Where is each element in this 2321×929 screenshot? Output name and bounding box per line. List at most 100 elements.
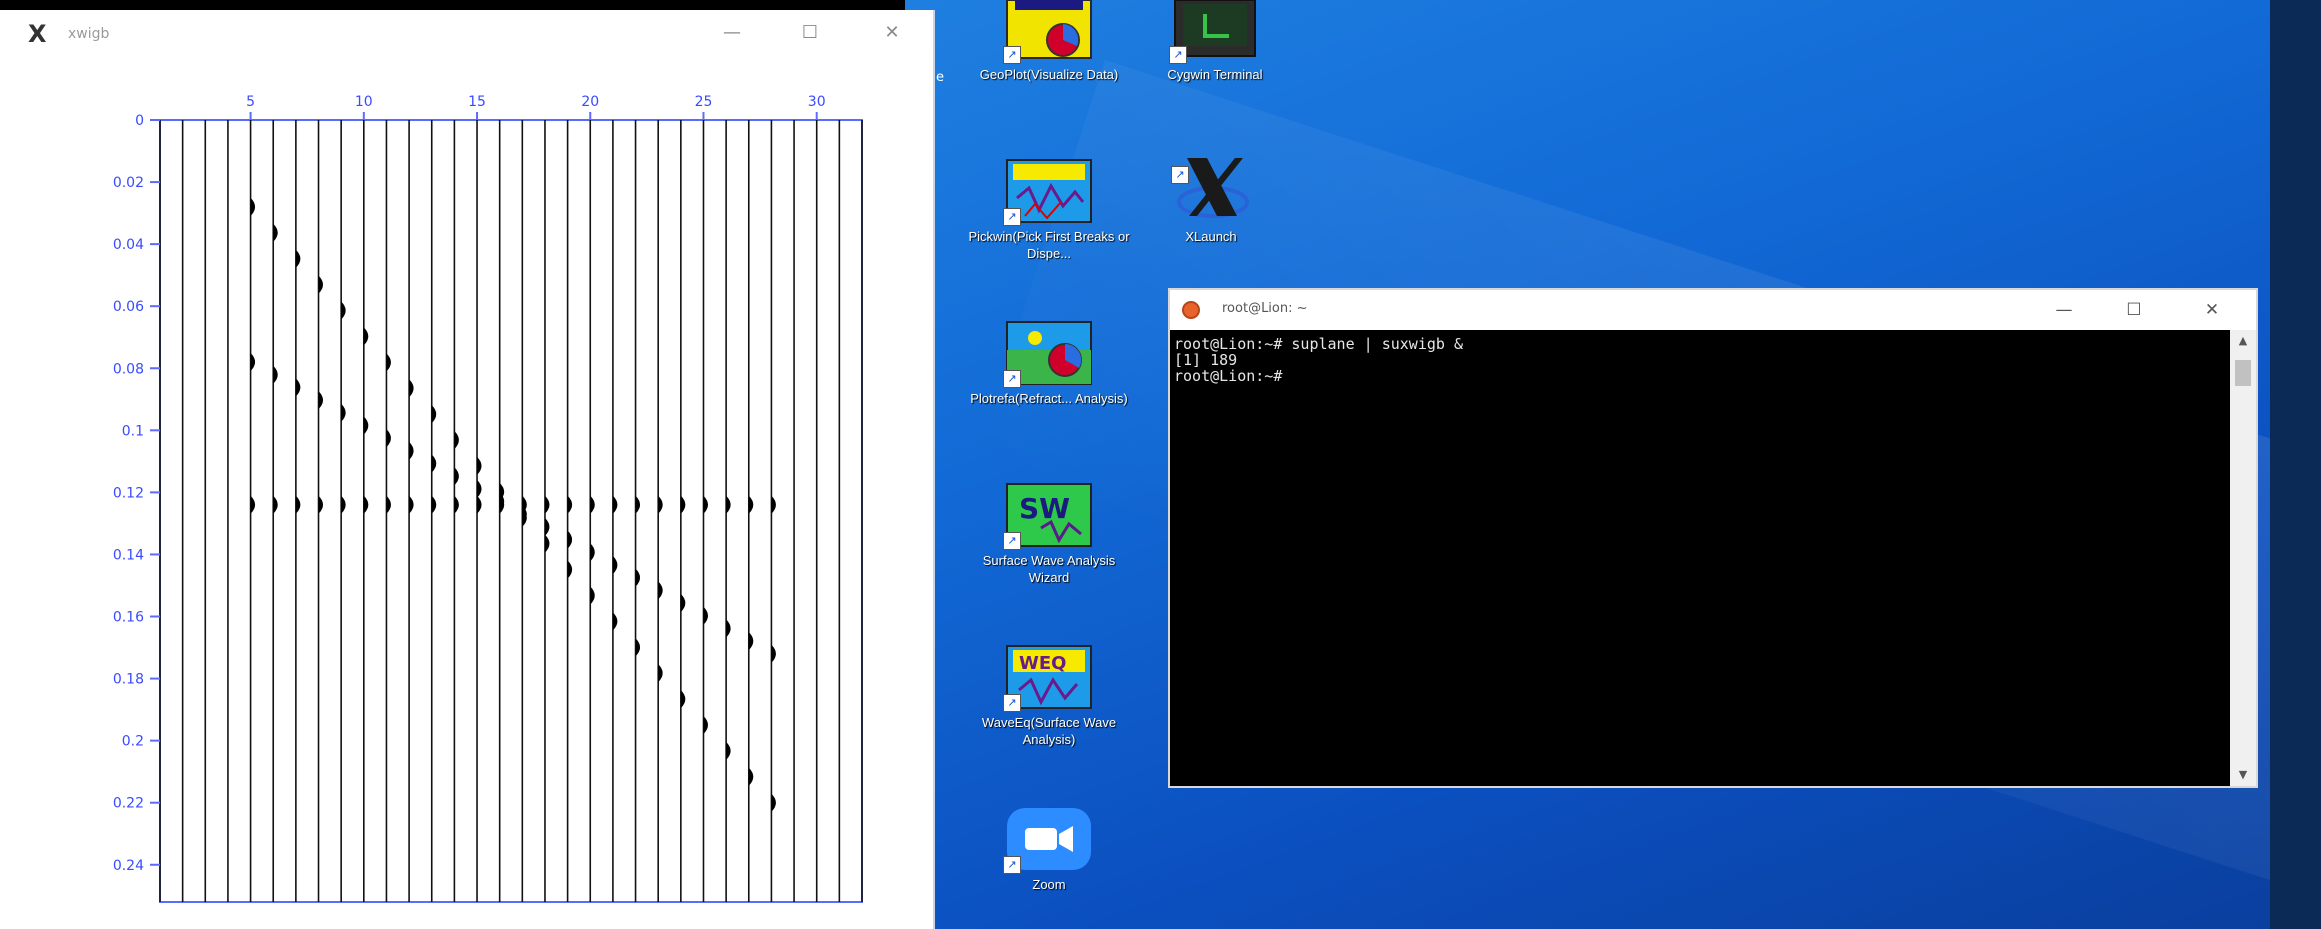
x-tick-label: 10 [355, 94, 373, 110]
terminal-scrollbar[interactable]: ▲ ▼ [2230, 330, 2256, 786]
waveeq-icon: WEQ ↗ [1003, 644, 1093, 712]
wiggle-pulse [612, 495, 618, 514]
wiggle-pulse [250, 495, 256, 514]
wiggle-pulse [703, 715, 708, 734]
wiggle-pulse [635, 495, 641, 514]
wiggle-pulse [318, 391, 324, 410]
xwigb-titlebar[interactable]: X xwigb — ☐ ✕ [0, 10, 933, 56]
wiggle-pulse [658, 495, 663, 514]
scroll-up-icon[interactable]: ▲ [2230, 330, 2256, 352]
desktop-icon-pickwin[interactable]: ↗ Pickwin(Pick First Breaks or Dispe... [964, 158, 1134, 262]
icon-label: WaveEq(Surface Wave Analysis) [981, 715, 1117, 747]
cygwin-terminal-window[interactable]: root@Lion: ~ — ☐ ✕ root@Lion:~# suplane … [1168, 288, 2258, 788]
wiggle-pulse [409, 379, 414, 398]
terminal-line: [1] 189 [1174, 351, 1238, 369]
wiggle-pulse [273, 223, 278, 242]
desktop-edge-label: e [936, 70, 944, 85]
wiggle-pulse [590, 543, 595, 562]
wiggle-pulse [273, 495, 278, 514]
svg-text:SW: SW [1019, 492, 1070, 525]
wiggle-pulse [567, 560, 573, 579]
shortcut-arrow-icon: ↗ [1171, 166, 1189, 184]
shortcut-arrow-icon: ↗ [1169, 46, 1187, 64]
x-tick-label: 25 [695, 94, 713, 110]
xwigb-window[interactable]: X xwigb — ☐ ✕ 5 10 15 20 25 30 0 0.02 0.04 0.06 0.… [0, 10, 935, 929]
wiggle-pulse [680, 690, 686, 709]
close-button[interactable]: ✕ [872, 18, 912, 48]
y-tick-label: 0.24 [113, 858, 144, 874]
wiggle-pulse [409, 441, 414, 460]
y-tick-label: 0.02 [113, 175, 144, 191]
y-tick-label: 0.14 [113, 547, 144, 563]
wiggle-pulse [386, 429, 391, 448]
plot-frame [159, 119, 863, 903]
terminal-output[interactable]: root@Lion:~# suplane | suxwigb & [1] 189… [1170, 330, 2230, 786]
wiggle-pulse [363, 416, 369, 435]
desktop-icon-zoom[interactable]: ↗ Zoom [964, 806, 1134, 893]
wiggle-pulse [386, 353, 391, 372]
wiggle-pulse [771, 495, 776, 514]
shortcut-arrow-icon: ↗ [1003, 694, 1021, 712]
terminal-close-button[interactable]: ✕ [2190, 295, 2234, 325]
desktop-icon-xlaunch[interactable]: ↗ XLaunch [1126, 152, 1296, 245]
pickwin-icon: ↗ [1003, 158, 1093, 226]
wiggle-pulse [454, 431, 459, 450]
wiggle-pulse [590, 495, 595, 514]
wiggle-pulse [341, 403, 346, 422]
shortcut-arrow-icon: ↗ [1003, 532, 1021, 550]
cygwin-terminal-icon: ↗ [1169, 0, 1259, 64]
desktop-icon-surface-wave[interactable]: SW ↗ Surface Wave Analysis Wizard [964, 482, 1134, 586]
minimize-button[interactable]: — [712, 18, 752, 48]
wiggle-pulse [771, 793, 776, 812]
wiggle-pulse [431, 495, 437, 514]
icon-label: XLaunch [1185, 229, 1237, 244]
wiggle-pulse [273, 365, 278, 384]
wiggle-pulse [658, 664, 663, 683]
terminal-line: root@Lion:~# suplane | suxwigb & [1174, 335, 1463, 353]
maximize-button[interactable]: ☐ [790, 18, 830, 48]
wiggle-pulse [680, 594, 686, 613]
desktop-icon-geoplot[interactable]: ↗ GeoPlot(Visualize Data) [964, 0, 1134, 83]
wiggle-pulse [318, 275, 324, 294]
wiggle-pulse [567, 495, 573, 514]
wiggle-pulse [386, 495, 391, 514]
icon-label: Pickwin(Pick First Breaks or Dispe... [968, 229, 1130, 261]
wiggle-pulse [635, 568, 641, 587]
icon-label: GeoPlot(Visualize Data) [979, 67, 1119, 82]
cygwin-icon [1182, 301, 1200, 319]
wiggle-pulse [477, 456, 482, 475]
terminal-minimize-button[interactable]: — [2042, 295, 2086, 325]
wiggle-pulse [544, 534, 550, 553]
scrollbar-thumb[interactable] [2235, 360, 2251, 386]
svg-text:WEQ: WEQ [1019, 653, 1066, 674]
y-tick-label: 0.06 [113, 299, 144, 315]
wiggle-pulse [318, 495, 324, 514]
desktop-icon-cygwin[interactable]: ↗ Cygwin Terminal [1130, 0, 1300, 83]
scroll-down-icon[interactable]: ▼ [2230, 764, 2256, 786]
shortcut-arrow-icon: ↗ [1003, 856, 1021, 874]
wiggle-pulse [726, 741, 731, 760]
screen-edge-strip [2270, 0, 2321, 929]
y-tick-label: 0.12 [113, 485, 144, 501]
desktop-icon-waveeq[interactable]: WEQ ↗ WaveEq(Surface Wave Analysis) [964, 644, 1134, 748]
y-tick-label: 0 [135, 113, 144, 129]
wiggle-plot[interactable]: 5 10 15 20 25 30 0 0.02 0.04 0.06 0.08 0.1 0.12 0.14 0… [0, 56, 933, 929]
wiggle-pulse [590, 586, 595, 605]
desktop-icon-plotrefa[interactable]: ↗ Plotrefa(Refract... Analysis) [964, 320, 1134, 407]
y-tick-label: 0.22 [113, 796, 144, 812]
wiggle-pulse [341, 495, 346, 514]
screen: ↗ GeoPlot(Visualize Data) ↗ Cygwin Termi… [0, 0, 2321, 929]
terminal-maximize-button[interactable]: ☐ [2112, 295, 2156, 325]
wiggle-pulse [748, 632, 754, 651]
y-tick-label: 0.04 [113, 237, 144, 253]
wiggle-pulse [771, 644, 776, 663]
x-tick-label: 20 [581, 94, 599, 110]
icon-label: Plotrefa(Refract... Analysis) [970, 391, 1128, 406]
terminal-line: root@Lion:~# [1174, 367, 1283, 385]
wiggle-pulse [409, 495, 414, 514]
y-tick-label: 0.18 [113, 672, 144, 688]
x-tick-label: 30 [808, 94, 826, 110]
terminal-titlebar[interactable]: root@Lion: ~ — ☐ ✕ [1170, 290, 2256, 330]
window-title: xwigb [68, 26, 110, 42]
wiggle-pulse [544, 517, 550, 536]
